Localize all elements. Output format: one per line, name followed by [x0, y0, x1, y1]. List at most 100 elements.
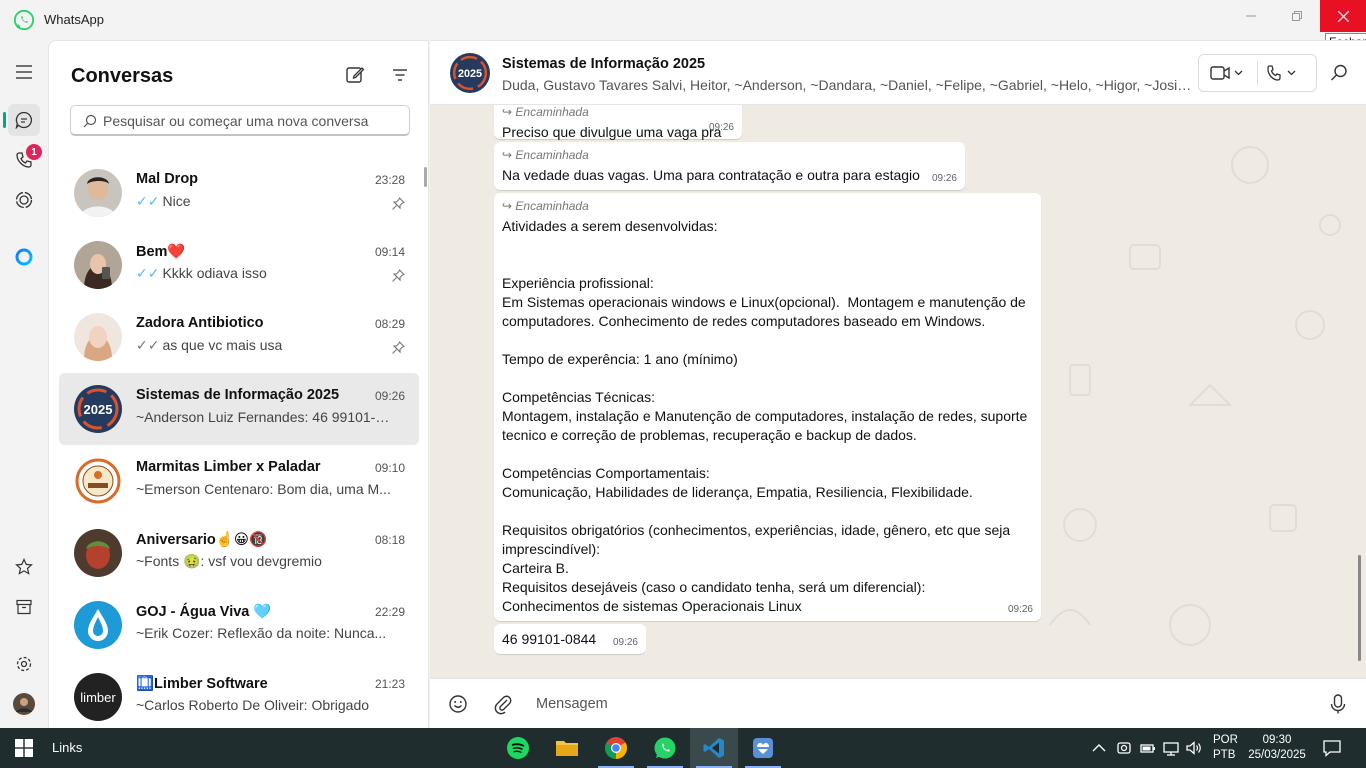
- search-icon: [83, 114, 97, 128]
- chat-preview: ~Erik Cozer: Reflexão da noite: Nunca...: [136, 625, 387, 641]
- chat-item-mal-drop[interactable]: Mal Drop 23:28 ✓✓ Nice: [59, 157, 419, 229]
- avatar: [74, 529, 122, 577]
- taskbar-whatsapp[interactable]: [641, 728, 689, 768]
- taskbar-vscode[interactable]: [690, 728, 738, 768]
- chrome-icon: [605, 737, 627, 759]
- call-divider: [1257, 61, 1258, 85]
- message-bubble[interactable]: ↪ Encaminhada Na vedade duas vagas. Uma …: [494, 142, 965, 190]
- chat-name: Bem❤️: [136, 244, 186, 260]
- profile-button[interactable]: [8, 688, 40, 720]
- battery-icon[interactable]: [1139, 739, 1157, 757]
- starred-button[interactable]: [8, 551, 40, 583]
- filter-icon[interactable]: [388, 63, 412, 87]
- chat-name: Aniversario☝️😀🔞: [136, 532, 268, 548]
- network-icon[interactable]: [1162, 739, 1180, 757]
- chat-name: Mal Drop: [136, 171, 199, 187]
- svg-text:2025: 2025: [84, 402, 113, 417]
- whatsapp-logo-icon: [13, 9, 35, 31]
- clock[interactable]: 09:30 25/03/2025: [1244, 733, 1310, 763]
- message-time: 09:26: [612, 637, 638, 648]
- message-area[interactable]: ↪ Encaminhada Preciso que divulgue uma v…: [430, 105, 1366, 678]
- volume-icon[interactable]: [1185, 739, 1203, 757]
- group-members: Duda, Gustavo Tavares Salvi, Heitor, ~An…: [502, 77, 1192, 93]
- chat-item-zadora-antibiotico[interactable]: Zadora Antibiotico 08:29 ✓✓ as que vc mai…: [59, 301, 419, 373]
- notification-center-icon[interactable]: [1322, 738, 1342, 758]
- voice-call-button[interactable]: [1265, 61, 1311, 85]
- emoji-icon[interactable]: [447, 693, 469, 715]
- navigation-rail: 1: [0, 40, 48, 728]
- message-scrollbar[interactable]: [1358, 555, 1361, 661]
- pin-icon: [392, 197, 405, 210]
- new-chat-icon[interactable]: [343, 63, 367, 87]
- forwarded-label: ↪ Encaminhada: [502, 105, 589, 119]
- spotify-icon: [507, 737, 529, 759]
- calls-badge: 1: [26, 144, 42, 160]
- chat-preview: ~Carlos Roberto De Oliveir: Obrigado: [136, 697, 370, 713]
- chat-list-scrollbar[interactable]: [424, 167, 427, 187]
- chat-list: Mal Drop 23:28 ✓✓ Nice Bem❤️ 09:14 ✓✓ Kkkk…: [59, 157, 419, 733]
- profile-avatar: [13, 693, 35, 715]
- call-buttons: [1198, 54, 1317, 92]
- chat-item-marmitas-limber-x-paladar[interactable]: Marmitas Limber x Paladar 09:10 ~Emerson…: [59, 445, 419, 517]
- status-button[interactable]: [8, 184, 40, 216]
- close-button[interactable]: [1320, 0, 1366, 32]
- group-avatar[interactable]: 2025: [450, 53, 490, 93]
- group-name: Sistemas de Informação 2025: [502, 56, 706, 72]
- search-input[interactable]: [103, 111, 403, 131]
- read-tick-icon: ✓✓: [136, 193, 160, 209]
- svg-text:2025: 2025: [458, 68, 482, 80]
- hamburger-icon: [16, 65, 32, 79]
- chat-preview: ~Anderson Luiz Fernandes: 46 99101-0...: [136, 409, 391, 425]
- message-time: 09:26: [1007, 604, 1033, 615]
- chevron-up-icon[interactable]: [1090, 739, 1108, 757]
- minimize-icon: [1246, 15, 1256, 17]
- camera-tray-icon[interactable]: [1115, 739, 1133, 757]
- search-icon[interactable]: [1328, 62, 1350, 84]
- start-button[interactable]: [0, 728, 48, 768]
- message-bubble[interactable]: ↪ Encaminhada Preciso que divulgue uma v…: [494, 105, 742, 159]
- taskbar-chrome[interactable]: [592, 728, 640, 768]
- message-bubble[interactable]: 46 99101-0844 09:26: [494, 624, 646, 654]
- chat-list-title: Conversas: [71, 65, 174, 87]
- conversation-header[interactable]: 2025 Sistemas de Informação 2025 Duda, G…: [430, 40, 1366, 105]
- search-box: [70, 105, 410, 136]
- delivered-tick-icon: ✓✓: [136, 337, 160, 353]
- archived-button[interactable]: [8, 591, 40, 623]
- restore-button[interactable]: [1274, 0, 1320, 32]
- chats-button[interactable]: [8, 104, 40, 136]
- gear-icon: [16, 656, 32, 672]
- message-composer: [430, 678, 1366, 728]
- chat-item-limber-software[interactable]: limber 🛄Limber Software 21:23 ~Carlos Ro…: [59, 661, 419, 733]
- vscode-icon: [703, 738, 724, 758]
- message-bubble[interactable]: ↪ Encaminhada Atividades a serem desenvo…: [494, 193, 1041, 621]
- pin-icon: [392, 341, 405, 354]
- message-input[interactable]: [536, 692, 1296, 716]
- settings-button[interactable]: [8, 648, 40, 680]
- chat-name: Sistemas de Informação 2025: [136, 387, 340, 403]
- chat-preview: ✓✓ as que vc mais usa: [136, 337, 283, 353]
- chat-item-aniversario[interactable]: Aniversario☝️😀🔞 08:18 ~Fonts 🤢: vsf vou …: [59, 517, 419, 589]
- chat-item-bem[interactable]: Bem❤️ 09:14 ✓✓ Kkkk odiava isso: [59, 229, 419, 301]
- input-language[interactable]: POR PTB: [1213, 733, 1238, 763]
- microphone-icon[interactable]: [1327, 692, 1349, 716]
- avatar: [74, 241, 122, 289]
- forwarded-label: ↪ Encaminhada: [502, 199, 589, 213]
- windows-logo-icon: [15, 739, 33, 757]
- chat-item-goj-agua-viva[interactable]: GOJ - Água Viva 🩵 22:29 ~Erik Cozer: Ref…: [59, 589, 419, 661]
- video-call-button[interactable]: [1207, 61, 1253, 85]
- attach-icon[interactable]: [492, 693, 514, 715]
- chat-time: 08:29: [374, 317, 405, 331]
- app-icon: [753, 738, 773, 758]
- meta-ai-button[interactable]: [8, 241, 40, 273]
- taskbar-spotify[interactable]: [494, 728, 542, 768]
- links-toolbar[interactable]: Links: [52, 740, 82, 755]
- chat-preview: ✓✓ Kkkk odiava isso: [136, 265, 267, 281]
- taskbar-file-explorer[interactable]: [543, 728, 591, 768]
- chat-list-panel: Conversas Mal Drop 23:28 ✓✓Nice Bem❤️ 09…: [48, 40, 429, 728]
- avatar: [74, 313, 122, 361]
- minimize-button[interactable]: [1228, 0, 1274, 32]
- chat-item-sistemas-de-informacao-2025[interactable]: 2025 Sistemas de Informação 2025 09:26 ~…: [59, 373, 419, 445]
- menu-button[interactable]: [8, 56, 40, 88]
- avatar: [74, 169, 122, 217]
- taskbar-app[interactable]: [739, 728, 787, 768]
